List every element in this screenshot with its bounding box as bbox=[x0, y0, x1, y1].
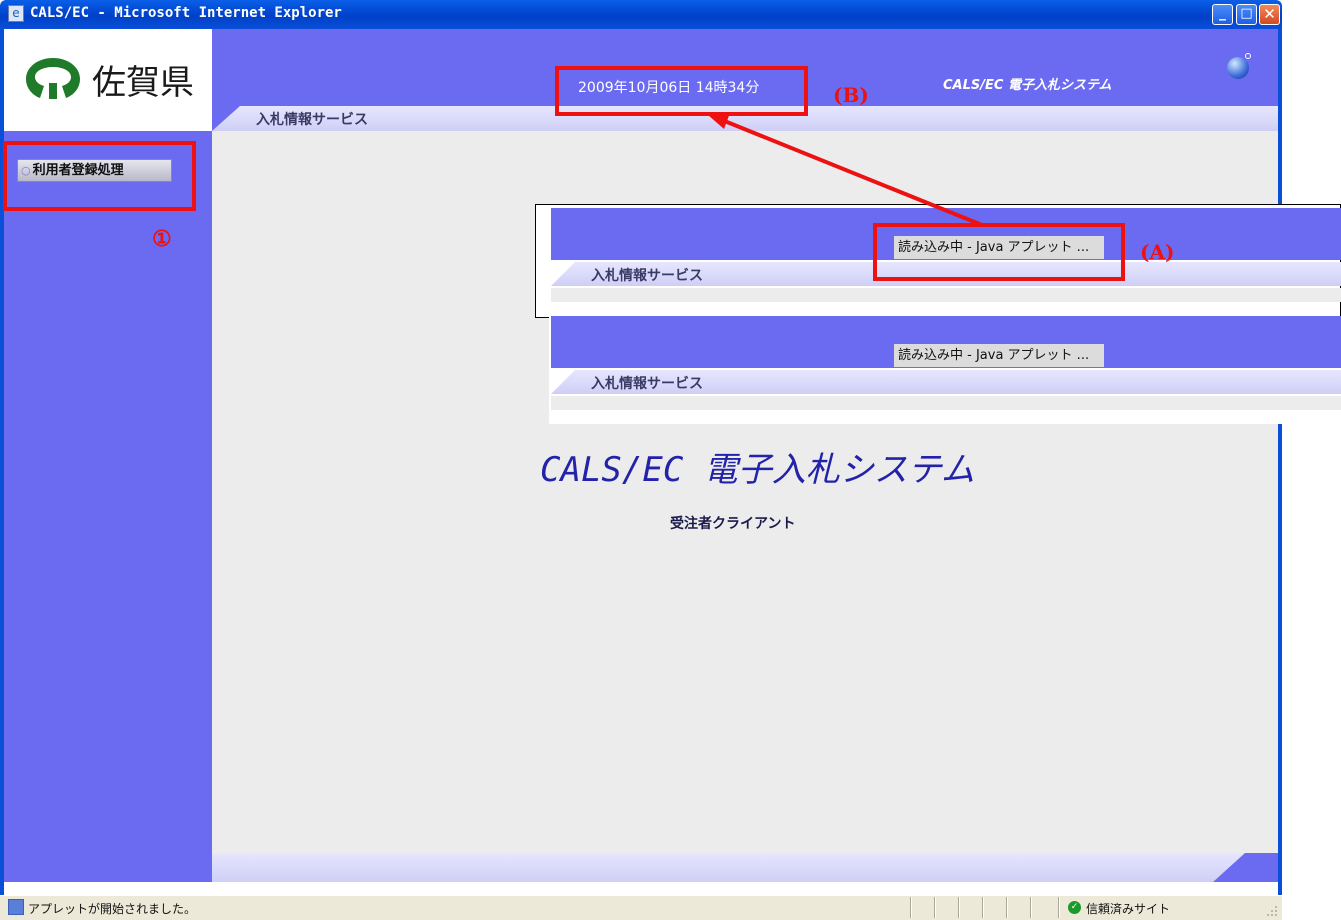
annotation-box-one bbox=[3, 141, 196, 211]
status-separator bbox=[1006, 897, 1008, 918]
page-status-icon bbox=[8, 899, 24, 915]
loading-indicator: 読み込み中 - Java アプレット ... bbox=[894, 344, 1104, 367]
annotation-arrow-icon bbox=[708, 113, 983, 227]
status-separator bbox=[958, 897, 960, 918]
resize-grip-icon[interactable] bbox=[1266, 905, 1278, 917]
minimize-button[interactable]: _ bbox=[1212, 4, 1233, 25]
status-separator bbox=[982, 897, 984, 918]
annotation-label-b: (B) bbox=[833, 83, 869, 107]
maximize-button[interactable]: □ bbox=[1236, 4, 1257, 25]
window-frame-right bbox=[1278, 29, 1282, 895]
inset-tab-label: 入札情報サービス bbox=[591, 268, 703, 284]
annotation-label-one: ① bbox=[152, 226, 172, 252]
status-separator bbox=[910, 897, 912, 918]
status-separator bbox=[934, 897, 936, 918]
tab-bid-info-service: 入札情報サービス bbox=[256, 112, 368, 128]
inset-tab-label: 入札情報サービス bbox=[591, 376, 703, 392]
trusted-site-icon: ✓ bbox=[1068, 901, 1081, 914]
status-separator bbox=[1030, 897, 1032, 918]
inset-panel-body bbox=[551, 396, 1341, 410]
logo-text: 佐賀県 bbox=[92, 63, 194, 103]
window-title: CALS/EC - Microsoft Internet Explorer bbox=[30, 5, 342, 21]
status-separator bbox=[1058, 897, 1060, 918]
footer-strip bbox=[212, 853, 1245, 882]
ie-icon: e bbox=[8, 5, 24, 22]
security-zone-text: 信頼済みサイト bbox=[1086, 902, 1171, 916]
saga-prefecture-logo-icon bbox=[26, 58, 80, 99]
annotation-label-a: (A) bbox=[1140, 240, 1175, 264]
inset-panel-body bbox=[551, 288, 1341, 302]
globe-badge-icon bbox=[1245, 53, 1251, 59]
annotation-box-a bbox=[873, 223, 1125, 281]
main-title: CALS/EC 電子入札システム bbox=[540, 450, 975, 490]
globe-icon[interactable] bbox=[1227, 57, 1249, 79]
status-text: アプレットが開始されました。 bbox=[28, 902, 197, 916]
main-subtitle: 受注者クライアント bbox=[670, 516, 796, 532]
close-button[interactable]: ✕ bbox=[1259, 4, 1280, 25]
system-name: CALS/EC 電子入札システム bbox=[943, 78, 1112, 93]
